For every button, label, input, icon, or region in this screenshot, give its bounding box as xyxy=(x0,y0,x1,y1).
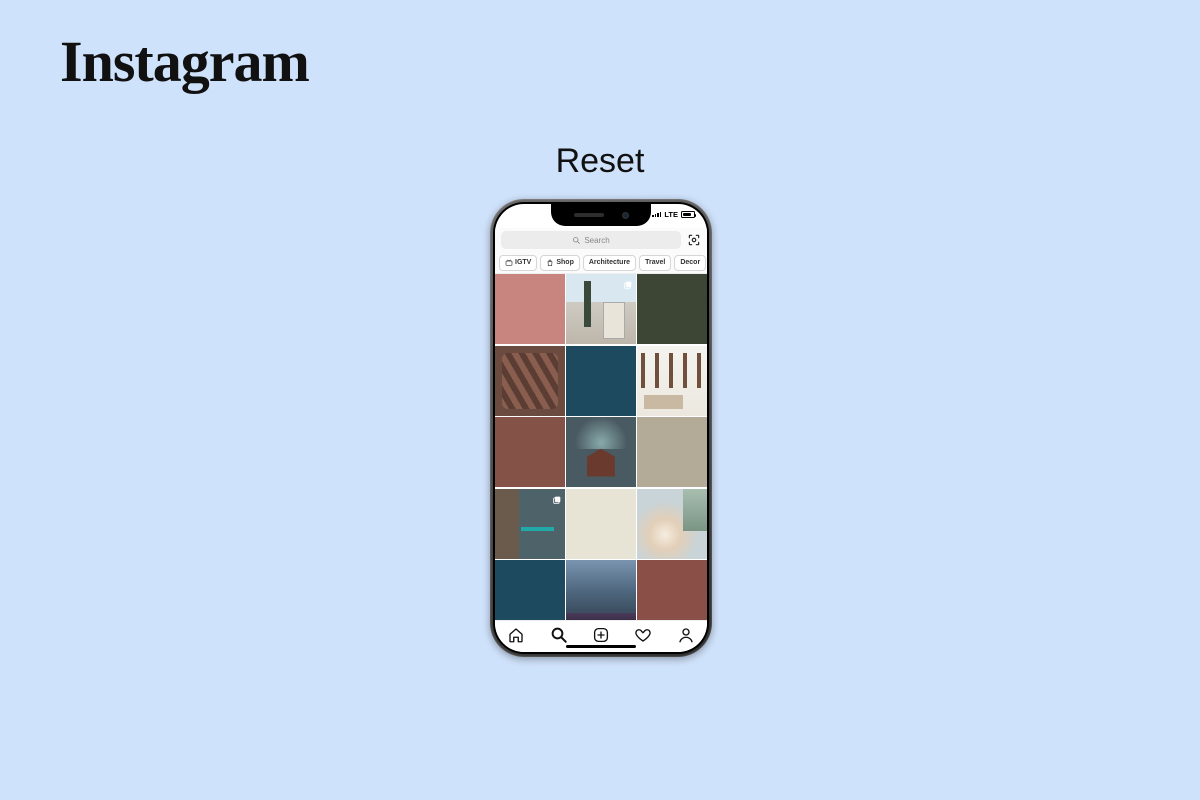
page-title: Reset xyxy=(556,142,645,181)
carousel-icon xyxy=(623,277,633,287)
home-indicator xyxy=(566,645,636,648)
carousel-icon xyxy=(552,492,562,502)
explore-tile[interactable] xyxy=(495,417,565,487)
explore-tile[interactable] xyxy=(637,274,707,344)
chip-shop[interactable]: Shop xyxy=(540,255,580,271)
explore-tile[interactable] xyxy=(495,560,565,620)
nav-add[interactable] xyxy=(592,626,610,644)
nav-activity[interactable] xyxy=(634,626,652,644)
explore-tile[interactable] xyxy=(495,274,565,344)
nav-profile[interactable] xyxy=(677,626,695,644)
battery-icon xyxy=(681,211,695,218)
explore-tile[interactable] xyxy=(566,274,636,344)
explore-tile[interactable] xyxy=(566,560,636,620)
explore-tile[interactable] xyxy=(495,489,565,559)
explore-tile[interactable] xyxy=(495,346,565,416)
explore-tile[interactable] xyxy=(566,417,636,487)
phone-screen: LTE Search IGTVShopArchitectureTravelDec… xyxy=(495,204,707,652)
carousel-icon xyxy=(623,420,633,430)
chip-travel[interactable]: Travel xyxy=(639,255,671,271)
search-row: Search xyxy=(495,228,707,252)
status-bar: LTE xyxy=(652,210,695,219)
search-icon xyxy=(572,236,581,245)
instagram-logo: Instagram xyxy=(60,28,309,95)
chip-igtv[interactable]: IGTV xyxy=(499,255,537,271)
phone-notch xyxy=(551,204,651,226)
explore-tile[interactable] xyxy=(637,346,707,416)
chip-decor[interactable]: Decor xyxy=(674,255,706,271)
carrier-label: LTE xyxy=(664,210,678,219)
nav-search[interactable] xyxy=(550,626,568,644)
signal-icon xyxy=(652,212,661,217)
explore-tile[interactable] xyxy=(637,489,707,559)
search-input[interactable]: Search xyxy=(501,231,681,249)
explore-tile[interactable] xyxy=(637,560,707,620)
explore-tile[interactable] xyxy=(566,489,636,559)
nav-home[interactable] xyxy=(507,626,525,644)
chip-architecture[interactable]: Architecture xyxy=(583,255,636,271)
phone-frame: LTE Search IGTVShopArchitectureTravelDec… xyxy=(490,199,712,657)
explore-chips-row[interactable]: IGTVShopArchitectureTravelDecor xyxy=(495,252,707,274)
scan-icon[interactable] xyxy=(687,233,701,247)
explore-tile[interactable] xyxy=(566,346,636,416)
explore-grid xyxy=(495,274,707,620)
explore-tile[interactable] xyxy=(637,417,707,487)
